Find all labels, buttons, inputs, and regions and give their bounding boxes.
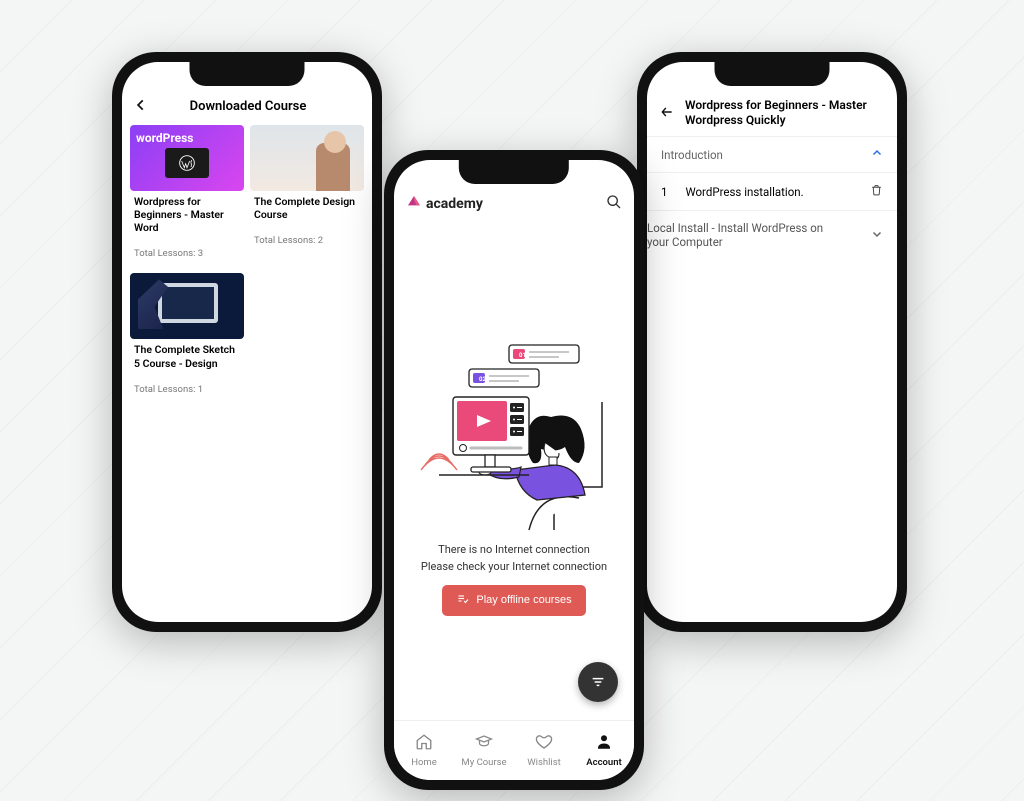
course-thumbnail	[250, 125, 364, 191]
offline-message-line2: Please check your Internet connection	[421, 560, 607, 573]
course-grid: wordPress Wordpress for Beginners - Mast…	[122, 125, 372, 403]
account-icon	[594, 733, 614, 755]
course-thumbnail	[130, 273, 244, 339]
section-row[interactable]: Local Install - Install WordPress on you…	[647, 210, 897, 259]
filter-fab[interactable]	[578, 662, 618, 702]
lesson-row[interactable]: 1 WordPress installation.	[647, 172, 897, 210]
notch	[190, 62, 305, 86]
wp-badge	[165, 148, 209, 178]
tab-home[interactable]: Home	[394, 721, 454, 780]
home-icon	[414, 733, 434, 755]
wp-logo-text: wordPress	[136, 131, 193, 145]
bottom-nav: Home My Course Wishlist	[394, 720, 634, 780]
logo-icon	[406, 194, 422, 214]
section-title: Local Install - Install WordPress on you…	[647, 221, 837, 249]
notch	[715, 62, 830, 86]
empty-state: 01 02	[394, 220, 634, 720]
tab-label: My Course	[461, 757, 506, 768]
tab-label: Wishlist	[527, 757, 561, 768]
chevron-down-icon	[871, 228, 883, 243]
course-card[interactable]: The Complete Design Course Total Lessons…	[250, 125, 364, 267]
playlist-check-icon	[456, 593, 470, 608]
header: Downloaded Course	[122, 90, 372, 125]
header: Wordpress for Beginners - Master Wordpre…	[647, 90, 897, 136]
course-card[interactable]: wordPress Wordpress for Beginners - Mast…	[130, 125, 244, 267]
button-label: Play offline courses	[476, 594, 571, 606]
brand: academy	[406, 194, 483, 214]
course-title: The Complete Design Course	[250, 191, 364, 221]
lesson-number: 1	[661, 185, 667, 199]
tab-my-course[interactable]: My Course	[454, 721, 514, 780]
course-title: The Complete Sketch 5 Course - Design	[130, 339, 244, 369]
course-title: Wordpress for Beginners - Master Word	[130, 191, 244, 234]
tab-label: Account	[586, 757, 621, 768]
section-row[interactable]: Introduction	[647, 136, 897, 172]
tab-account[interactable]: Account	[574, 721, 634, 780]
tab-label: Home	[411, 757, 437, 768]
notch	[459, 160, 569, 184]
graduation-icon	[473, 733, 495, 755]
course-lessons: Total Lessons: 2	[250, 221, 364, 254]
chevron-up-icon	[871, 147, 883, 162]
offline-message-line1: There is no Internet connection	[438, 543, 590, 556]
search-icon[interactable]	[606, 194, 622, 214]
trash-icon[interactable]	[870, 183, 883, 200]
course-card[interactable]: The Complete Sketch 5 Course - Design To…	[130, 273, 244, 402]
course-title: Wordpress for Beginners - Master Wordpre…	[685, 98, 885, 128]
offline-illustration: 01 02	[409, 325, 619, 535]
course-lessons: Total Lessons: 1	[130, 370, 244, 403]
svg-text:01: 01	[519, 352, 526, 359]
back-button[interactable]	[134, 96, 148, 117]
tab-wishlist[interactable]: Wishlist	[514, 721, 574, 780]
heart-icon	[534, 733, 554, 755]
back-button[interactable]	[659, 104, 675, 123]
page-title: Downloaded Course	[154, 99, 342, 114]
brand-name: academy	[426, 196, 483, 212]
course-thumbnail: wordPress	[130, 125, 244, 191]
section-title: Introduction	[661, 148, 723, 162]
play-offline-button[interactable]: Play offline courses	[442, 585, 585, 616]
phone-downloaded: Downloaded Course wordPress Wordpress fo…	[112, 52, 382, 632]
header: academy	[394, 188, 634, 220]
svg-text:02: 02	[479, 376, 486, 383]
course-lessons: Total Lessons: 3	[130, 234, 244, 267]
phone-course-detail: Wordpress for Beginners - Master Wordpre…	[637, 52, 907, 632]
lesson-title: WordPress installation.	[685, 185, 803, 199]
phone-offline: academy	[384, 150, 644, 790]
